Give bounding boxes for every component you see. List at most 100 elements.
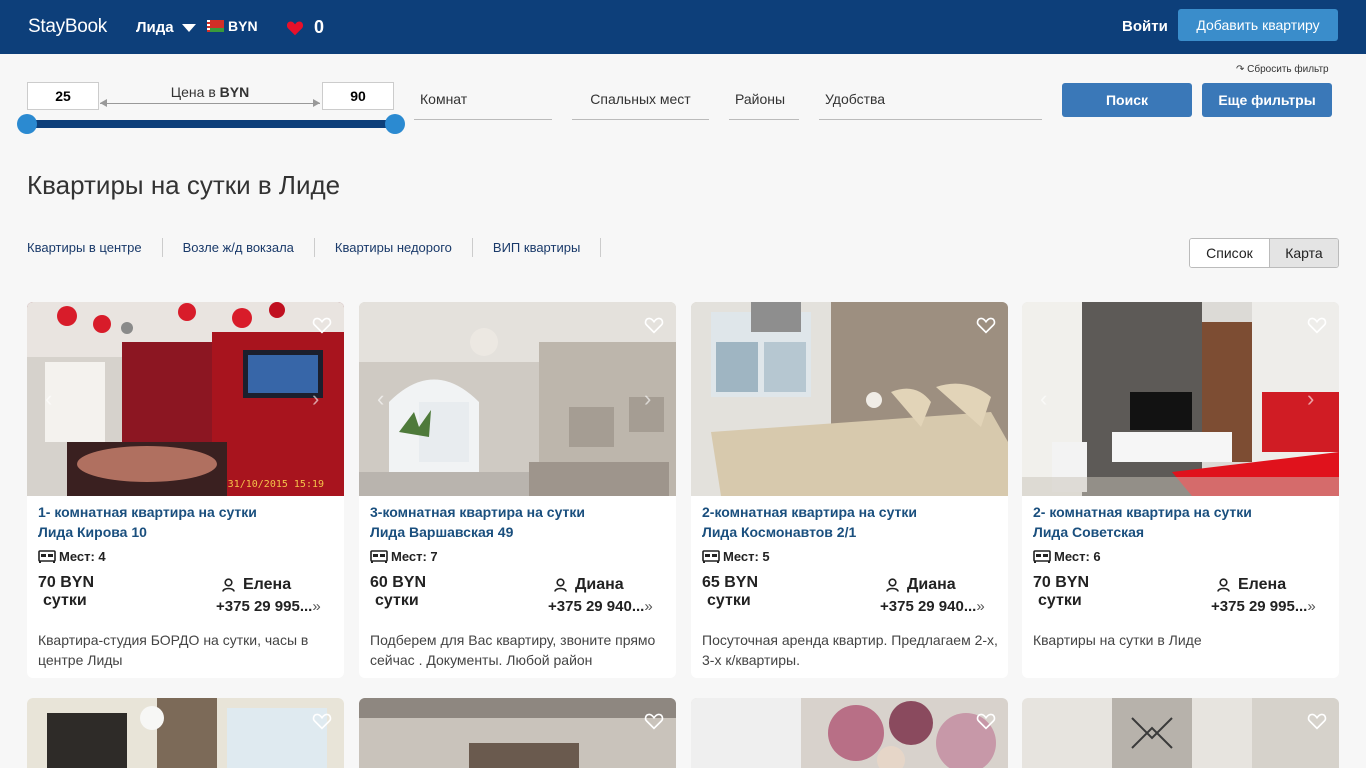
photo-timestamp: 31/10/2015 15:19: [227, 479, 324, 490]
listing-phone[interactable]: +375 29 995...»: [216, 598, 321, 615]
price-slider-max-handle[interactable]: [385, 114, 405, 134]
heart-outline-icon[interactable]: [312, 712, 332, 730]
double-chevron-right-icon: »: [644, 598, 653, 615]
heart-outline-icon[interactable]: [1307, 316, 1327, 334]
city-name: Лида: [136, 19, 174, 36]
price-max-input[interactable]: [322, 82, 394, 110]
quick-link-vip[interactable]: ВИП квартиры: [493, 238, 602, 257]
double-chevron-right-icon: »: [312, 598, 321, 615]
city-selector[interactable]: Лида: [136, 19, 196, 36]
listing-photo[interactable]: [27, 698, 344, 768]
currency-code: BYN: [228, 18, 258, 34]
price-label: Цена в BYN: [170, 84, 250, 100]
listing-card[interactable]: ‹ › 2- комнатная квартира на сутки Лида …: [1022, 302, 1339, 678]
listing-places: Мест: 4: [38, 549, 106, 564]
districts-filter[interactable]: Районы: [729, 82, 799, 120]
listing-price: 70 BYN сутки: [38, 574, 95, 609]
listing-price: 65 BYN сутки: [702, 574, 759, 609]
site-logo[interactable]: StayBook: [28, 16, 107, 38]
favorites-count: 0: [314, 17, 325, 37]
listing-phone[interactable]: +375 29 940...»: [548, 598, 653, 615]
listing-price: 70 BYN сутки: [1033, 574, 1090, 609]
listing-card[interactable]: ‹ › 31/10/2015 15:19 1- комнатная кварти…: [27, 302, 344, 678]
map-view-button[interactable]: Карта: [1268, 239, 1338, 267]
listing-photo[interactable]: [691, 302, 1008, 496]
amenities-filter[interactable]: Удобства: [819, 82, 1042, 120]
listing-places: Мест: 7: [370, 549, 438, 564]
listing-card[interactable]: [691, 698, 1008, 768]
listing-phone[interactable]: +375 29 995...»: [1211, 598, 1316, 615]
heart-outline-icon[interactable]: [644, 712, 664, 730]
view-toggle: Список Карта: [1189, 238, 1339, 268]
listing-description: Посуточная аренда квартир. Предлагаем 2-…: [702, 632, 998, 668]
listing-card[interactable]: ‹ › 3-комнатная квартира на сутки Лида В…: [359, 302, 676, 678]
quick-link-center[interactable]: Квартиры в центре: [27, 238, 163, 257]
more-filters-button[interactable]: Еще фильтры: [1202, 83, 1332, 117]
heart-outline-icon[interactable]: [312, 316, 332, 334]
listing-owner: Диана: [886, 576, 956, 594]
double-chevron-right-icon: »: [1307, 598, 1316, 615]
add-apartment-button[interactable]: Добавить квартиру: [1178, 9, 1338, 41]
double-chevron-right-icon: »: [976, 598, 985, 615]
top-navbar: StayBook Лида BYN 0 Войти Добавить кварт…: [0, 0, 1366, 54]
price-slider-track[interactable]: [27, 120, 395, 128]
prev-photo-arrow[interactable]: ‹: [377, 388, 391, 410]
list-view-button[interactable]: Список: [1190, 239, 1269, 267]
quick-link-cheap[interactable]: Квартиры недорого: [335, 238, 473, 257]
next-photo-arrow[interactable]: ›: [1307, 388, 1321, 410]
quick-link-station[interactable]: Возле ж/д вокзала: [183, 238, 315, 257]
listing-description: Квартира-студия БОРДО на сутки, часы в ц…: [38, 632, 309, 668]
login-link[interactable]: Войти: [1122, 18, 1168, 35]
heart-icon: [286, 20, 304, 35]
listing-title[interactable]: 2-комнатная квартира на сутки Лида Космо…: [702, 502, 1002, 542]
listing-owner: Елена: [1217, 576, 1286, 594]
listing-card[interactable]: [1022, 698, 1339, 768]
search-button[interactable]: Поиск: [1062, 83, 1192, 117]
prev-photo-arrow[interactable]: ‹: [45, 388, 59, 410]
prev-photo-arrow[interactable]: ‹: [1040, 388, 1054, 410]
heart-outline-icon[interactable]: [1307, 712, 1327, 730]
heart-outline-icon[interactable]: [976, 316, 996, 334]
listing-photo[interactable]: [359, 698, 676, 768]
listing-photo[interactable]: ‹ ›: [1022, 302, 1339, 496]
heart-outline-icon[interactable]: [976, 712, 996, 730]
listing-title[interactable]: 3-комнатная квартира на сутки Лида Варша…: [370, 502, 670, 542]
price-min-input[interactable]: [27, 82, 99, 110]
user-icon: [886, 578, 899, 592]
currency-selector[interactable]: BYN: [207, 18, 258, 34]
listing-owner: Диана: [554, 576, 624, 594]
listing-photo[interactable]: ‹ › 31/10/2015 15:19: [27, 302, 344, 496]
belarus-flag-icon: [207, 20, 224, 32]
listing-photo[interactable]: [1022, 698, 1339, 768]
price-slider-min-handle[interactable]: [17, 114, 37, 134]
listing-photo[interactable]: [691, 698, 1008, 768]
listing-card[interactable]: [27, 698, 344, 768]
listing-title[interactable]: 2- комнатная квартира на сутки Лида Сове…: [1033, 502, 1333, 542]
user-icon: [1217, 578, 1230, 592]
page-title: Квартиры на сутки в Лиде: [27, 170, 341, 200]
bed-icon: [1033, 550, 1051, 563]
next-photo-arrow[interactable]: ›: [312, 388, 326, 410]
listing-card[interactable]: [359, 698, 676, 768]
quick-links: Квартиры в центре Возле ж/д вокзала Квар…: [27, 238, 602, 257]
reset-filter-link[interactable]: ↷ Сбросить фильтр: [1236, 64, 1329, 75]
listing-title[interactable]: 1- комнатная квартира на сутки Лида Киро…: [38, 502, 338, 542]
heart-outline-icon[interactable]: [644, 316, 664, 334]
chevron-down-icon: [181, 23, 196, 32]
listing-places: Мест: 5: [702, 549, 770, 564]
listing-price: 60 BYN сутки: [370, 574, 427, 609]
listing-description: Квартиры на сутки в Лиде: [1033, 632, 1202, 648]
listing-description: Подберем для Вас квартиру, звоните прямо…: [370, 632, 656, 668]
sleeping-places-filter[interactable]: Спальных мест: [572, 82, 709, 120]
listing-card[interactable]: 2-комнатная квартира на сутки Лида Космо…: [691, 302, 1008, 678]
favorites-counter[interactable]: 0: [286, 17, 324, 38]
listing-phone[interactable]: +375 29 940...»: [880, 598, 985, 615]
listing-owner: Елена: [222, 576, 291, 594]
listing-photo[interactable]: ‹ ›: [359, 302, 676, 496]
rooms-filter[interactable]: Комнат: [414, 82, 552, 120]
bed-icon: [702, 550, 720, 563]
user-icon: [554, 578, 567, 592]
bed-icon: [370, 550, 388, 563]
price-range-arrow: [100, 99, 320, 107]
next-photo-arrow[interactable]: ›: [644, 388, 658, 410]
